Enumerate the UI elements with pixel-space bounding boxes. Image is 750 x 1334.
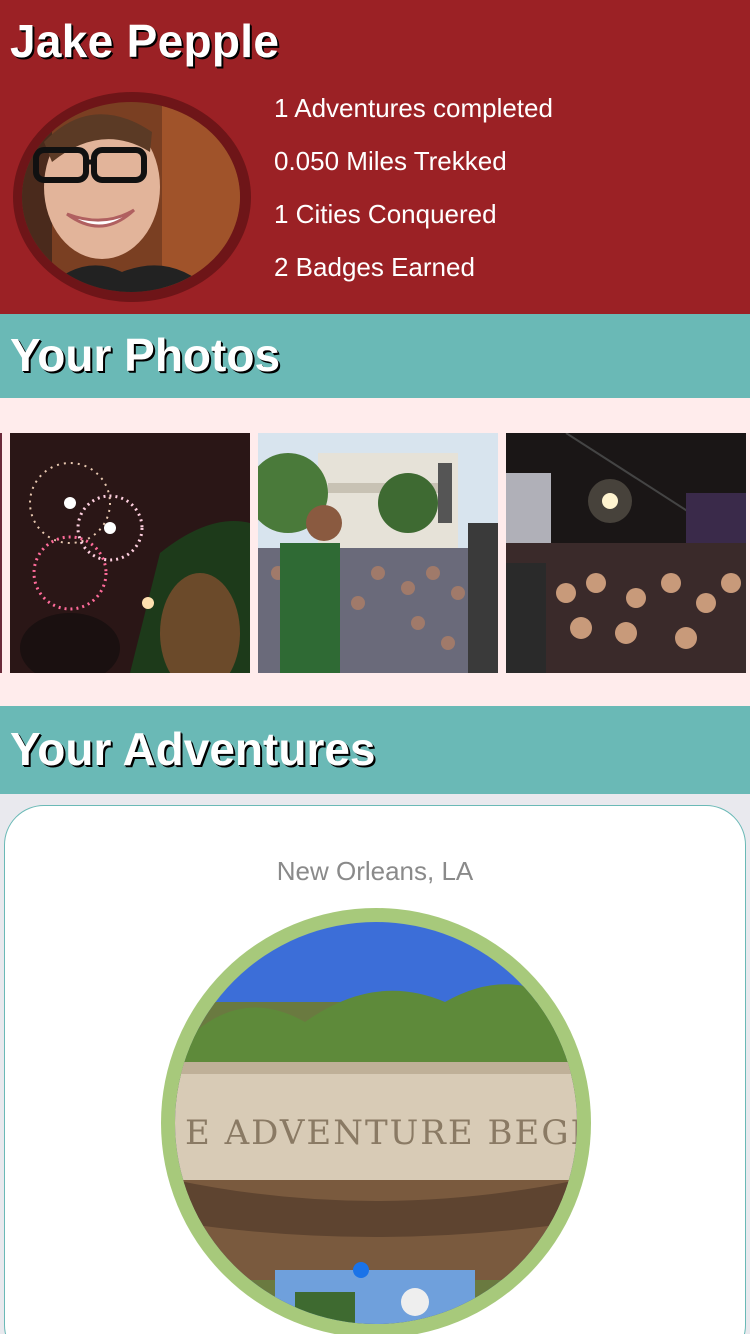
adventures-section-header: Your Adventures xyxy=(0,706,750,794)
concert-crowd-photo-icon xyxy=(258,433,498,673)
page-indicator-dot xyxy=(353,1262,369,1278)
adventure-card[interactable]: New Orleans, LA E ADVENTURE BEGIN xyxy=(4,805,746,1334)
stats-list: 1 Adventures completed 0.050 Miles Trekk… xyxy=(274,88,553,300)
photo-item[interactable] xyxy=(10,433,250,673)
adventure-city: New Orleans, LA xyxy=(276,856,474,886)
stat-cities: 1 Cities Conquered xyxy=(274,199,497,229)
photo-item[interactable] xyxy=(258,433,498,673)
avatar-photo xyxy=(22,102,240,292)
photos-strip[interactable] xyxy=(0,398,750,706)
stat-adventures: 1 Adventures completed xyxy=(274,93,553,123)
adventures-section-title: Your Adventures xyxy=(10,723,376,775)
stat-miles: 0.050 Miles Trekked xyxy=(274,146,507,176)
adventure-image[interactable]: E ADVENTURE BEGIN xyxy=(175,922,577,1324)
photos-section-header: Your Photos xyxy=(0,314,750,398)
avatar[interactable] xyxy=(22,102,240,292)
adventure-gate-text: E ADVENTURE BEGIN xyxy=(185,1113,577,1153)
fireworks-photo-icon xyxy=(10,433,250,673)
adventure-gate-photo-icon: E ADVENTURE BEGIN xyxy=(175,922,577,1324)
profile-header: Jake Pepple 1 Adventures completed 0.050… xyxy=(0,0,750,314)
stat-badges: 2 Badges Earned xyxy=(274,252,475,282)
photo-partial xyxy=(0,433,2,673)
photo-item[interactable] xyxy=(506,433,746,673)
street-festival-photo-icon xyxy=(506,433,746,673)
photos-section-title: Your Photos xyxy=(10,329,281,381)
profile-name: Jake Pepple xyxy=(10,15,280,67)
